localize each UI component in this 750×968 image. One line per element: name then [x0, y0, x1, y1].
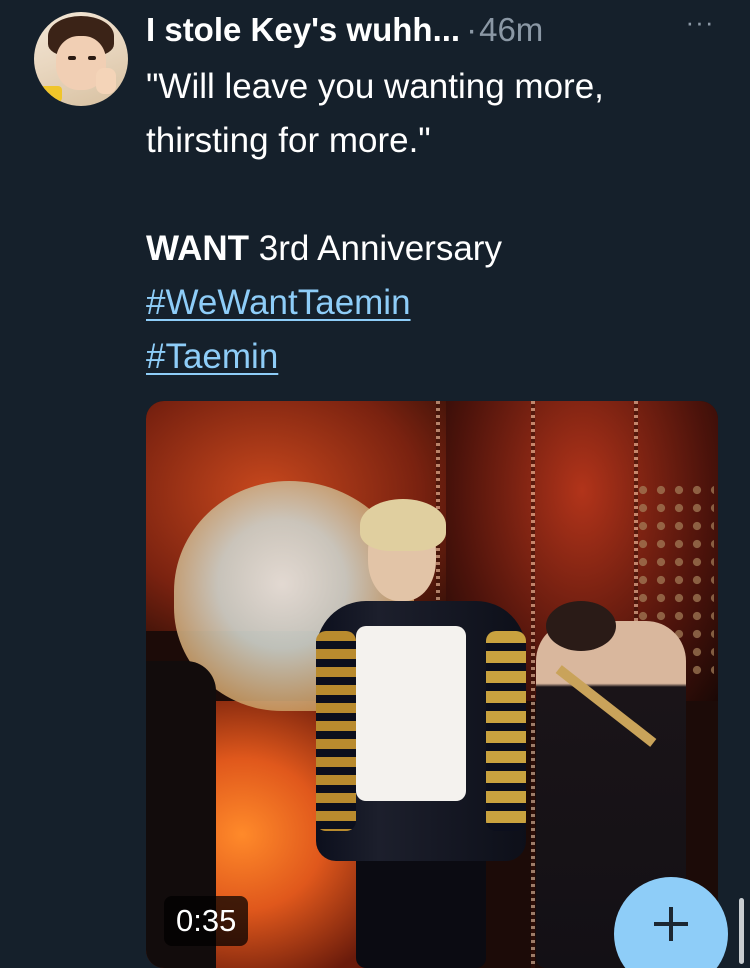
jacket-trim: [316, 631, 356, 831]
tweet-header: I stole Key's wuhh... · 46m: [146, 8, 543, 52]
tweet-text-line: thirsting for more.": [146, 121, 431, 160]
author-avatar[interactable]: [34, 12, 128, 106]
dancer-hair: [546, 601, 616, 651]
hashtag-link[interactable]: #Taemin: [146, 330, 278, 384]
tweet-text-line: "Will leave you wanting more,: [146, 67, 604, 106]
hashtag-line: #WeWantTaemin: [146, 276, 726, 330]
author-display-name[interactable]: I stole Key's wuhh...: [146, 11, 460, 49]
performer-hair: [360, 499, 446, 551]
jacket-trim: [486, 631, 526, 831]
hashtag-link[interactable]: #WeWantTaemin: [146, 276, 411, 330]
avatar-hand: [96, 68, 116, 94]
tweet-timestamp[interactable]: 46m: [479, 11, 543, 49]
performer-shirt: [356, 626, 466, 801]
video-thumbnail: [146, 401, 718, 968]
header-separator: ·: [466, 11, 478, 48]
stage-pillar: [531, 401, 535, 968]
video-player[interactable]: 0:35: [146, 401, 718, 968]
more-options-icon[interactable]: ···: [680, 9, 720, 40]
video-duration-badge: 0:35: [164, 896, 249, 946]
hashtag-line: #Taemin: [146, 330, 726, 384]
scrollbar[interactable]: [739, 898, 744, 964]
plus-icon: [654, 907, 688, 941]
avatar-eye: [88, 56, 96, 60]
tweet-text-anniversary: 3rd Anniversary: [249, 229, 502, 268]
avatar-collar: [40, 86, 62, 102]
tweet-text-line: WANT 3rd Anniversary: [146, 222, 726, 276]
tweet-text: "Will leave you wanting more, thirsting …: [146, 60, 726, 384]
tweet[interactable]: I stole Key's wuhh... · 46m ··· "Will le…: [0, 0, 750, 968]
avatar-eye: [68, 56, 76, 60]
tweet-text-spacer: [146, 168, 726, 222]
tweet-text-bold: WANT: [146, 229, 250, 268]
